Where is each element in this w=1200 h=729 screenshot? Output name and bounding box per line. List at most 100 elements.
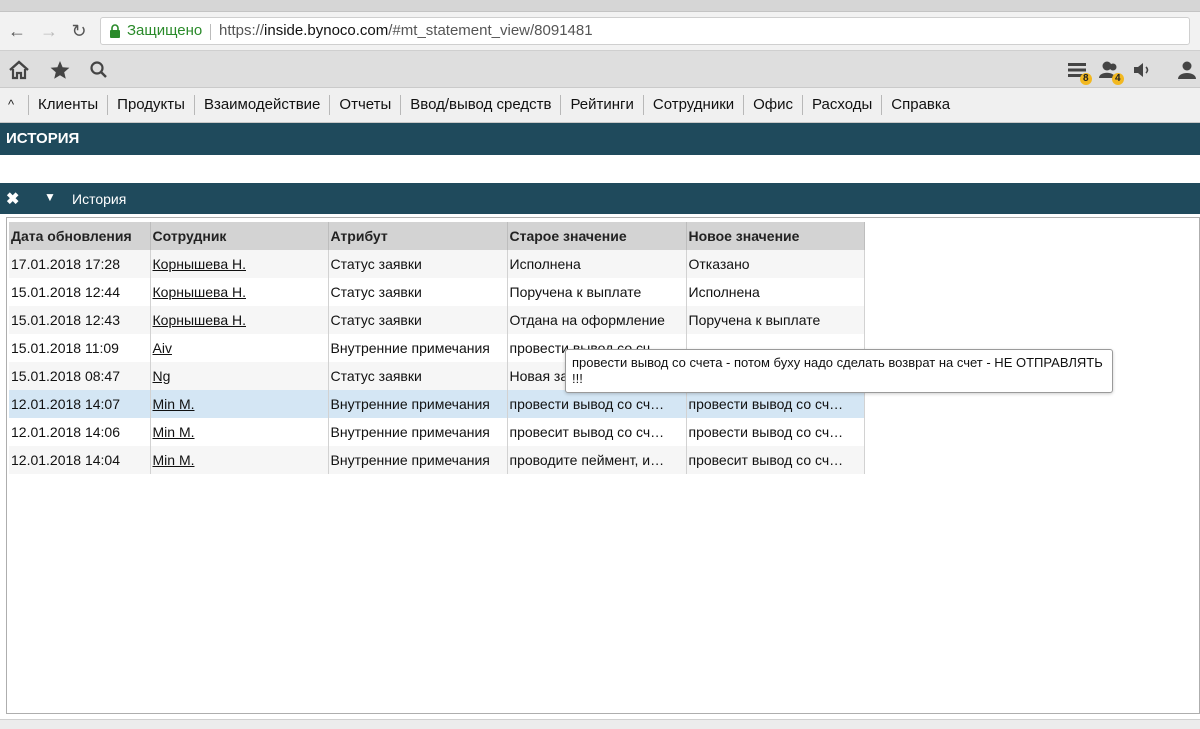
url-host: inside.bynoco.com: [264, 22, 389, 39]
menu-items: Клиенты Продукты Взаимодействие Отчеты В…: [28, 95, 959, 115]
panel-title: История: [72, 191, 127, 207]
employee-link[interactable]: Aiv: [153, 340, 172, 356]
menu-item-employees[interactable]: Сотрудники: [642, 95, 743, 115]
cell-old-value: провести вывод со сч…: [507, 390, 687, 418]
old-value-text: Исполнена: [509, 256, 581, 272]
cell-employee: Aiv: [150, 334, 329, 362]
old-value-text: проводите пеймент, и…: [509, 452, 665, 468]
browser-address-row: ← → ↻ Защищено https://inside.bynoco.com…: [0, 12, 1200, 51]
new-value-text: Исполнена: [688, 284, 760, 300]
column-header-old-value[interactable]: Старое значение: [507, 222, 687, 250]
column-header-employee[interactable]: Сотрудник: [150, 222, 329, 250]
cell-date: 12.01.2018 14:07: [9, 390, 151, 418]
employee-link[interactable]: Корнышева Н.: [153, 312, 247, 328]
table-row[interactable]: 12.01.2018 14:04 Min M. Внутренние приме…: [9, 446, 865, 474]
forward-arrow-icon[interactable]: →: [38, 21, 60, 43]
cell-employee: Корнышева Н.: [150, 250, 329, 278]
cell-date: 15.01.2018 11:09: [9, 334, 151, 362]
menu-item-clients[interactable]: Клиенты: [28, 95, 107, 115]
app-toolbar: 8 4: [0, 51, 1200, 88]
cell-tooltip: провести вывод со счета - потом буху над…: [565, 349, 1113, 393]
search-icon[interactable]: [88, 59, 110, 81]
url-path: /#mt_statement_view/8091481: [388, 22, 593, 39]
collapse-menu-icon[interactable]: ^: [8, 97, 14, 112]
menu-item-deposits-withdrawals[interactable]: Ввод/вывод средств: [400, 95, 560, 115]
home-icon[interactable]: [8, 59, 30, 81]
table-row[interactable]: 15.01.2018 12:44 Корнышева Н. Статус зая…: [9, 278, 865, 306]
tasks-badge: 8: [1080, 73, 1092, 85]
old-value-text: провесит вывод со сч…: [509, 424, 665, 440]
old-value-text: провести вывод со сч…: [509, 396, 665, 412]
cell-attribute: Внутренние примечания: [328, 446, 508, 474]
cell-date: 15.01.2018 08:47: [9, 362, 151, 390]
menu-item-help[interactable]: Справка: [881, 95, 959, 115]
address-bar[interactable]: Защищено https://inside.bynoco.com/#mt_s…: [100, 17, 1190, 45]
speaker-icon[interactable]: [1131, 59, 1153, 81]
column-header-new-value[interactable]: Новое значение: [686, 222, 865, 250]
table-row[interactable]: 17.01.2018 17:28 Корнышева Н. Статус зая…: [9, 250, 865, 278]
cell-attribute: Внутренние примечания: [328, 334, 508, 362]
history-table: Дата обновления Сотрудник Атрибут Старое…: [9, 222, 865, 474]
lock-icon: [110, 24, 120, 38]
section-title: ИСТОРИЯ: [6, 130, 80, 147]
column-header-attribute[interactable]: Атрибут: [328, 222, 508, 250]
cell-attribute: Статус заявки: [328, 250, 508, 278]
reload-icon[interactable]: ↻: [68, 21, 90, 43]
user-profile-icon[interactable]: [1176, 59, 1198, 81]
cell-employee: Ng: [150, 362, 329, 390]
cell-new-value: провести вывод со сч…: [686, 418, 865, 446]
cell-employee: Min M.: [150, 390, 329, 418]
secure-label: Защищено: [127, 22, 203, 39]
menu-item-reports[interactable]: Отчеты: [329, 95, 400, 115]
horizontal-scrollbar[interactable]: [0, 719, 1200, 729]
back-arrow-icon[interactable]: ←: [6, 21, 28, 43]
cell-attribute: Внутренние примечания: [328, 390, 508, 418]
cell-date: 12.01.2018 14:06: [9, 418, 151, 446]
employee-link[interactable]: Ng: [153, 368, 171, 384]
cell-old-value: провесит вывод со сч…: [507, 418, 687, 446]
old-value-text: Поручена к выплате: [509, 284, 642, 300]
employee-link[interactable]: Min M.: [153, 452, 195, 468]
column-header-date[interactable]: Дата обновления: [9, 222, 151, 250]
url-scheme: https://: [219, 22, 265, 39]
menu-item-interaction[interactable]: Взаимодействие: [193, 95, 329, 115]
menu-item-office[interactable]: Офис: [743, 95, 802, 115]
menu-item-ratings[interactable]: Рейтинги: [560, 95, 642, 115]
table-row[interactable]: 15.01.2018 12:43 Корнышева Н. Статус зая…: [9, 306, 865, 334]
users-badge: 4: [1112, 73, 1124, 85]
table-header-row: Дата обновления Сотрудник Атрибут Старое…: [9, 222, 865, 250]
cell-employee: Корнышева Н.: [150, 278, 329, 306]
menu-item-expenses[interactable]: Расходы: [802, 95, 881, 115]
chevron-down-icon[interactable]: ▼: [44, 190, 56, 204]
employee-link[interactable]: Корнышева Н.: [153, 284, 247, 300]
new-value-text: Поручена к выплате: [688, 312, 821, 328]
close-icon[interactable]: ✖: [6, 189, 19, 209]
new-value-text: провесит вывод со сч…: [688, 452, 844, 468]
new-value-text: Отказано: [688, 256, 750, 272]
table-row[interactable]: 12.01.2018 14:06 Min M. Внутренние приме…: [9, 418, 865, 446]
cell-old-value: Отдана на оформление: [507, 306, 687, 334]
cell-old-value: Исполнена: [507, 250, 687, 278]
cell-date: 12.01.2018 14:04: [9, 446, 151, 474]
cell-old-value: проводите пеймент, и…: [507, 446, 687, 474]
menu-item-products[interactable]: Продукты: [107, 95, 194, 115]
cell-employee: Корнышева Н.: [150, 306, 329, 334]
history-panel-header: ✖ ▼ История: [0, 183, 1200, 214]
employee-link[interactable]: Min M.: [153, 424, 195, 440]
cell-date: 15.01.2018 12:44: [9, 278, 151, 306]
employee-link[interactable]: Корнышева Н.: [153, 256, 247, 272]
old-value-text: Отдана на оформление: [509, 312, 665, 328]
star-icon[interactable]: [49, 59, 71, 81]
table-row-selected[interactable]: 12.01.2018 14:07 Min M. Внутренние приме…: [9, 390, 865, 418]
url-text: https://inside.bynoco.com/#mt_statement_…: [219, 18, 593, 44]
history-grid: Дата обновления Сотрудник Атрибут Старое…: [6, 217, 1200, 714]
cell-date: 15.01.2018 12:43: [9, 306, 151, 334]
cell-date: 17.01.2018 17:28: [9, 250, 151, 278]
cell-employee: Min M.: [150, 418, 329, 446]
cell-old-value: Поручена к выплате: [507, 278, 687, 306]
address-separator: [210, 24, 211, 40]
employee-link[interactable]: Min M.: [153, 396, 195, 412]
new-value-text: провести вывод со сч…: [688, 396, 844, 412]
cell-new-value: Отказано: [686, 250, 865, 278]
cell-attribute: Статус заявки: [328, 278, 508, 306]
